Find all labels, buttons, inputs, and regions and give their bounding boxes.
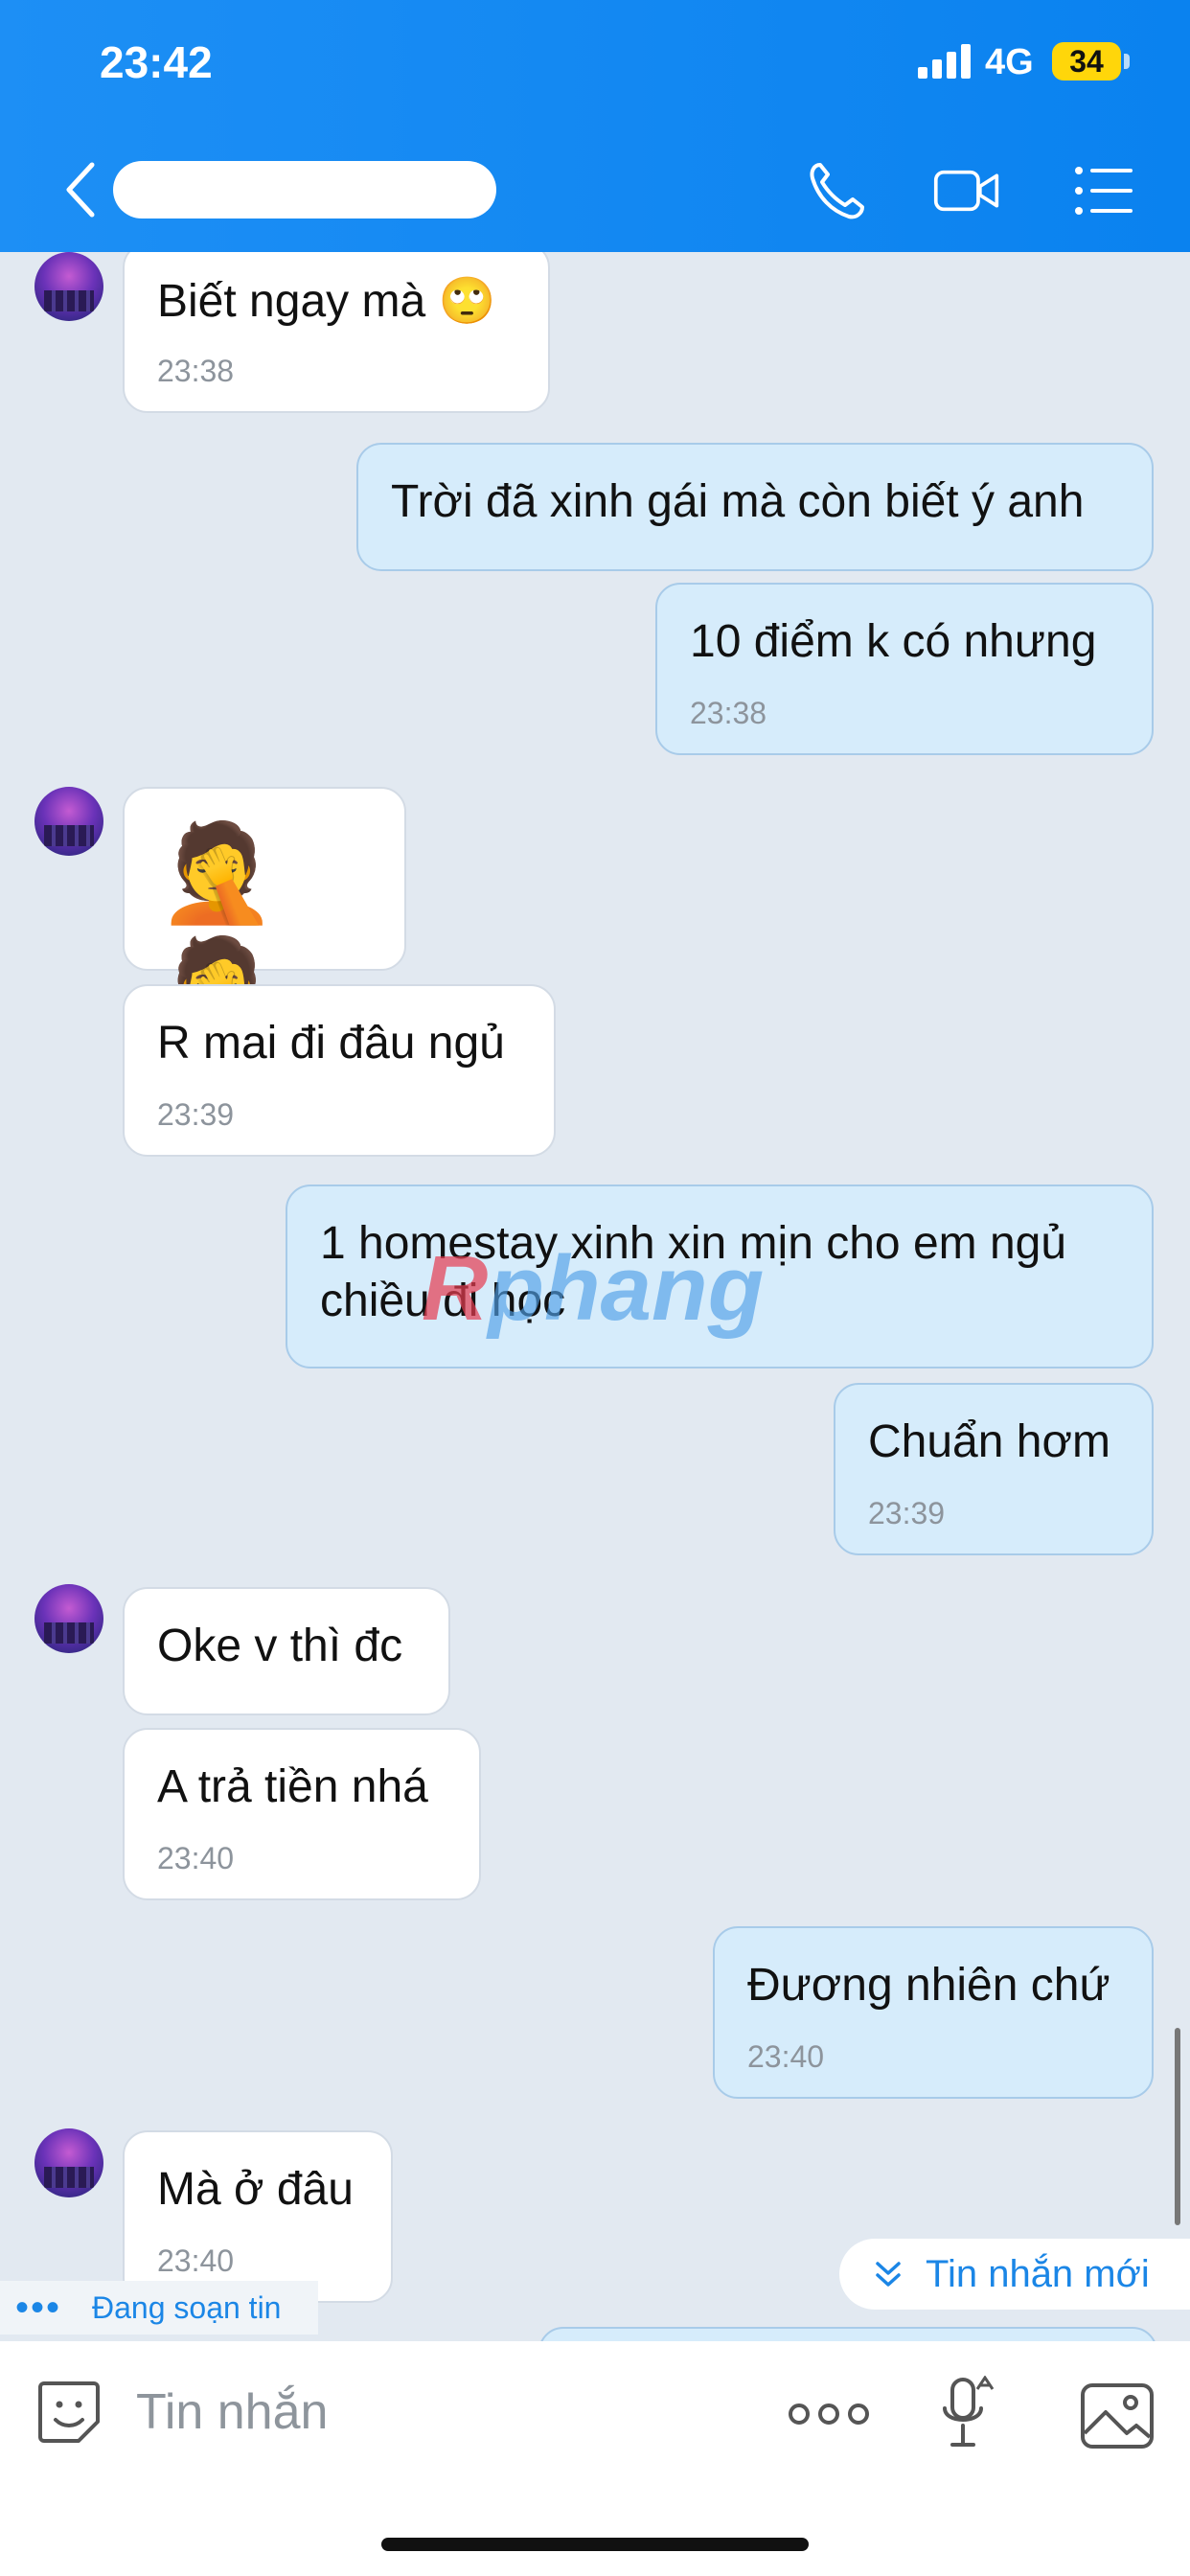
message-time: 23:39 — [868, 1496, 946, 1530]
message-bubble-outgoing[interactable]: Đương nhiên chứ 23:40 — [713, 1926, 1154, 2099]
message-bubble-incoming[interactable]: A trả tiền nhá 23:40 — [123, 1728, 481, 1900]
home-indicator[interactable] — [381, 2538, 809, 2551]
message-time: 23:40 — [157, 2243, 235, 2278]
contact-avatar[interactable] — [34, 787, 103, 856]
scrollbar[interactable] — [1175, 2028, 1180, 2225]
typing-dots-icon: ••• — [15, 2287, 62, 2329]
message-bubble-incoming[interactable]: Oke v thì đc — [123, 1587, 450, 1715]
chat-header: 23:42 4G 34 Contact name (hidden) — [0, 0, 1190, 252]
contact-avatar[interactable] — [34, 1584, 103, 1653]
message-time: 23:40 — [157, 1841, 235, 1875]
message-time: 23:38 — [157, 354, 235, 388]
message-bubble-incoming[interactable]: Biết ngay mà 🙄 23:38 — [123, 252, 550, 413]
message-time: 23:38 — [690, 696, 767, 730]
list-menu-icon[interactable] — [1071, 157, 1138, 224]
message-time: 23:40 — [747, 2039, 825, 2074]
message-bubble-outgoing[interactable]: Trời đã xinh gái mà còn biết ý anh — [356, 443, 1154, 571]
message-bubble-outgoing[interactable]: Chuẩn hơm 23:39 — [834, 1383, 1154, 1555]
chevron-left-icon[interactable] — [61, 161, 100, 218]
message-bubble-incoming[interactable]: Mà ở đâu 23:40 — [123, 2130, 393, 2303]
message-time: 23:39 — [157, 1097, 235, 1132]
microphone-icon[interactable] — [939, 2376, 996, 2452]
message-text: 10 điểm k có nhưng — [690, 616, 1097, 667]
battery-tip — [1124, 54, 1130, 69]
message-bubble-outgoing[interactable]: 10 điểm k có nhưng 23:38 — [655, 583, 1154, 755]
image-icon[interactable] — [1079, 2381, 1156, 2450]
message-bubble-incoming[interactable]: R mai đi đâu ngủ 23:39 — [123, 984, 556, 1157]
more-dots-icon[interactable] — [786, 2385, 872, 2443]
watermark-logo: Rphang — [422, 1236, 764, 1342]
message-text: Trời đã xinh gái mà còn biết ý anh — [391, 476, 1085, 527]
new-messages-button[interactable]: Tin nhắn mới — [839, 2239, 1190, 2310]
message-text: Chuẩn hơm — [868, 1416, 1110, 1467]
contact-avatar[interactable] — [34, 2128, 103, 2197]
contact-name[interactable]: Contact name (hidden) — [113, 161, 496, 218]
message-bubble-incoming[interactable]: 🤦🤦 — [123, 787, 406, 1042]
typing-label: Đang soạn tin — [92, 2290, 282, 2325]
watermark-part1: R — [422, 1237, 489, 1340]
contact-avatar[interactable] — [34, 252, 103, 321]
video-camera-icon[interactable] — [933, 157, 1000, 224]
new-messages-label: Tin nhắn mới — [926, 2253, 1150, 2295]
message-text: A trả tiền nhá — [157, 1761, 428, 1812]
message-text: Mà ở đâu — [157, 2164, 354, 2215]
double-chevron-down-icon — [876, 2262, 901, 2287]
message-text: Oke v thì đc — [157, 1621, 403, 1671]
signal-icon — [918, 44, 971, 79]
battery-level: 34 — [1052, 42, 1121, 80]
message-text: Đương nhiên chứ — [747, 1960, 1110, 2011]
message-input[interactable]: Tin nhắn — [136, 2383, 328, 2441]
status-time: 23:42 — [100, 37, 213, 87]
network-type: 4G — [985, 42, 1034, 82]
typing-indicator: ••• Đang soạn tin — [0, 2281, 318, 2334]
phone-icon[interactable] — [803, 157, 870, 224]
sticker-icon[interactable] — [34, 2378, 103, 2447]
watermark-part2: phang — [488, 1237, 765, 1340]
message-text: R mai đi đâu ngủ — [157, 1018, 505, 1069]
message-text: Biết ngay mà 🙄 — [157, 276, 496, 327]
